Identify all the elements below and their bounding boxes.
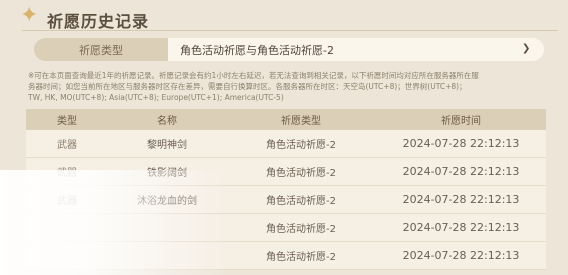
notice-line: ※可在本页面查询最近1年的祈愿记录。祈愿记录会有约1小时左右延迟，若无法查询到相… [28,71,479,80]
cell-wish-type: 角色活动祈愿-2 [266,196,336,207]
table-row: 角色活动祈愿-2 2024-07-28 22:12:13 [26,242,546,270]
cell-name: 铁影阔剑 [147,168,187,179]
table-row: 角色活动祈愿-2 2024-07-28 22:12:13 [26,214,546,242]
cell-name [108,242,226,269]
cell-wish-type: 角色活动祈愿-2 [266,168,336,179]
page-title: 祈愿历史记录 [47,12,150,31]
cell-time: 2024-07-28 22:12:13 [402,193,520,206]
wish-type-filter: 祈愿类型 角色活动祈愿与角色活动祈愿-2 ❯ [34,38,544,61]
cell-time: 2024-07-28 22:12:13 [402,221,520,234]
cell-type [26,214,108,241]
column-header-name: 名称 [157,116,177,127]
notice-text: ※可在本页面查询最近1年的祈愿记录。祈愿记录会有约1小时左右延迟，若无法查询到相… [28,70,548,103]
table-row: 武器 沐浴龙血的剑 角色活动祈愿-2 2024-07-28 22:12:13 [26,186,546,214]
table-row: 武器 铁影阔剑 角色活动祈愿-2 2024-07-28 22:12:13 [26,158,546,186]
cell-type: 武器 [57,168,77,179]
cell-wish-type: 角色活动祈愿-2 [266,252,336,263]
cell-type [26,242,108,269]
cell-time: 2024-07-28 22:12:13 [402,249,520,262]
column-header-type: 类型 [57,116,77,127]
cell-name: 沐浴龙血的剑 [137,196,197,207]
notice-line: TW, HK, MO(UTC+8); Asia(UTC+8); Europe(U… [28,93,284,102]
cell-time: 2024-07-28 22:12:13 [402,137,520,150]
notice-line: 务器时间；如您当前所在地区与服务器时区存在差异，需要自行换算时区。各服务器所在时… [28,82,467,91]
cell-type: 武器 [57,140,77,151]
cell-name: 黎明神剑 [147,140,187,151]
column-header-wish-type: 祈愿类型 [281,116,321,127]
table-header: 类型 名称 祈愿类型 祈愿时间 [26,109,546,130]
column-header-time: 祈愿时间 [441,116,481,127]
wish-history-table: 类型 名称 祈愿类型 祈愿时间 武器 黎明神剑 角色活动祈愿-2 2024-07… [26,109,546,275]
chevron-down-icon: ❯ [522,43,531,54]
header-divider [22,30,558,31]
wish-type-label: 祈愿类型 [34,38,168,61]
cell-wish-type: 角色活动祈愿-2 [266,140,336,151]
cell-name [108,214,226,241]
table-row: 武器 黎明神剑 角色活动祈愿-2 2024-07-28 22:12:13 [26,130,546,158]
cell-wish-type: 角色活动祈愿-2 [266,224,336,235]
cell-type: 武器 [57,196,77,207]
wish-type-dropdown[interactable]: 角色活动祈愿与角色活动祈愿-2 ❯ [168,38,544,61]
sparkle-star-icon: ✦ [20,3,39,28]
wish-type-selected: 角色活动祈愿与角色活动祈愿-2 [180,43,334,57]
cell-time: 2024-07-28 22:12:13 [402,165,520,178]
